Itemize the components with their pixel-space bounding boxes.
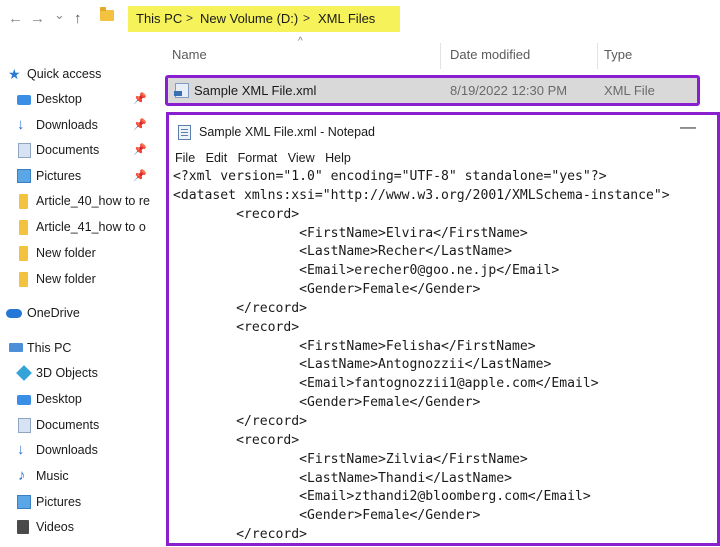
sidebar-item-label: 3D Objects bbox=[36, 366, 98, 380]
sidebar-item-videos[interactable]: Videos bbox=[0, 517, 160, 539]
sidebar-item-new-folder[interactable]: New folder bbox=[0, 243, 160, 265]
video-icon bbox=[17, 520, 29, 534]
sidebar-item-music[interactable]: ♪ Music bbox=[0, 466, 160, 488]
sidebar-item-quick-access[interactable]: ★ Quick access bbox=[0, 64, 160, 86]
sidebar-item-label: OneDrive bbox=[27, 306, 80, 320]
pin-icon[interactable]: 📌 bbox=[133, 143, 147, 156]
star-icon: ★ bbox=[8, 66, 21, 82]
music-icon: ♪ bbox=[18, 467, 26, 484]
desktop-icon bbox=[17, 395, 31, 405]
sidebar-item-label: Videos bbox=[36, 520, 74, 534]
pin-icon[interactable]: 📌 bbox=[133, 169, 147, 182]
download-icon: ↓ bbox=[17, 116, 25, 133]
sidebar-item-label: Documents bbox=[36, 418, 100, 432]
xml-file-icon bbox=[174, 83, 189, 98]
document-icon bbox=[18, 143, 31, 158]
folder-icon bbox=[19, 272, 28, 287]
breadcrumb-separator[interactable]: > bbox=[186, 11, 193, 25]
navigation-pane: ★ Quick access Desktop 📌 ↓ Downloads 📌 D… bbox=[0, 40, 160, 547]
sidebar-item-label: Pictures bbox=[36, 495, 82, 509]
menu-bar: File Edit Format View Help bbox=[175, 151, 358, 165]
document-icon bbox=[18, 418, 31, 433]
sidebar-item-label: Desktop bbox=[36, 392, 82, 406]
breadcrumb-this-pc[interactable]: This PC bbox=[136, 11, 182, 26]
sidebar-item-onedrive[interactable]: OneDrive bbox=[0, 303, 160, 325]
sidebar-item-label: This PC bbox=[27, 341, 72, 355]
sidebar-item-pc-documents[interactable]: Documents bbox=[0, 415, 160, 437]
menu-help[interactable]: Help bbox=[325, 151, 351, 165]
back-icon[interactable]: ← bbox=[8, 10, 23, 28]
pictures-icon bbox=[17, 169, 31, 183]
notepad-icon bbox=[178, 125, 191, 140]
sidebar-item-label: Pictures bbox=[36, 169, 82, 183]
cloud-icon bbox=[6, 309, 22, 318]
sidebar-item-pictures[interactable]: Pictures 📌 bbox=[0, 166, 160, 188]
sidebar-item-article-41[interactable]: Article_41_how to o bbox=[0, 217, 160, 239]
sidebar-item-label: Article_41_how to o bbox=[36, 220, 146, 234]
breadcrumb-xml-files[interactable]: XML Files bbox=[318, 11, 375, 26]
menu-format[interactable]: Format bbox=[238, 151, 278, 165]
sidebar-item-downloads[interactable]: ↓ Downloads 📌 bbox=[0, 115, 160, 137]
menu-edit[interactable]: Edit bbox=[206, 151, 228, 165]
sidebar-item-this-pc[interactable]: This PC bbox=[0, 338, 160, 360]
up-arrow-icon[interactable]: ↑ bbox=[74, 10, 82, 28]
sidebar-item-3d-objects[interactable]: 3D Objects bbox=[0, 363, 160, 385]
sidebar-item-new-folder[interactable]: New folder bbox=[0, 269, 160, 291]
column-divider[interactable] bbox=[597, 43, 598, 69]
text-editor[interactable]: <?xml version="1.0" encoding="UTF-8" sta… bbox=[173, 168, 670, 543]
sidebar-item-label: Music bbox=[36, 469, 69, 483]
sidebar-item-desktop[interactable]: Desktop 📌 bbox=[0, 89, 160, 111]
file-date-modified: 8/19/2022 12:30 PM bbox=[450, 83, 568, 98]
forward-icon[interactable]: → bbox=[30, 10, 45, 28]
file-type: XML File bbox=[604, 83, 655, 98]
sidebar-item-label: Downloads bbox=[36, 118, 98, 132]
notepad-window: Sample XML File.xml - Notepad — File Edi… bbox=[166, 112, 720, 546]
sidebar-item-label: New folder bbox=[36, 246, 96, 260]
chevron-down-icon[interactable]: ⌄ bbox=[54, 6, 65, 24]
sidebar-item-documents[interactable]: Documents 📌 bbox=[0, 140, 160, 162]
folder-icon bbox=[100, 7, 114, 21]
pin-icon[interactable]: 📌 bbox=[133, 118, 147, 131]
sidebar-item-label: Downloads bbox=[36, 443, 98, 457]
sidebar-item-label: Quick access bbox=[27, 67, 102, 81]
sidebar-item-label: New folder bbox=[36, 272, 96, 286]
sidebar-item-pc-desktop[interactable]: Desktop bbox=[0, 389, 160, 411]
sort-ascending-icon: ^ bbox=[298, 36, 303, 47]
folder-icon bbox=[19, 246, 28, 261]
download-icon: ↓ bbox=[17, 441, 25, 458]
notepad-title-bar[interactable]: Sample XML File.xml - Notepad — bbox=[169, 115, 717, 147]
window-title: Sample XML File.xml - Notepad bbox=[199, 125, 375, 139]
breadcrumb-separator[interactable]: > bbox=[303, 11, 310, 25]
minimize-button[interactable]: — bbox=[680, 119, 696, 137]
sidebar-item-pc-downloads[interactable]: ↓ Downloads bbox=[0, 440, 160, 462]
breadcrumb-new-volume[interactable]: New Volume (D:) bbox=[200, 11, 298, 26]
file-name: Sample XML File.xml bbox=[194, 83, 317, 98]
column-header-date-modified[interactable]: Date modified bbox=[450, 47, 530, 62]
pin-icon[interactable]: 📌 bbox=[133, 92, 147, 105]
cube-icon bbox=[16, 365, 32, 381]
menu-view[interactable]: View bbox=[288, 151, 315, 165]
sidebar-item-pc-pictures[interactable]: Pictures bbox=[0, 492, 160, 514]
folder-icon bbox=[19, 194, 28, 209]
sidebar-item-article-40[interactable]: Article_40_how to re bbox=[0, 191, 160, 213]
computer-icon bbox=[9, 343, 23, 352]
address-bar: ← → ⌄ ↑ This PC > New Volume (D:) > XML … bbox=[0, 0, 720, 40]
folder-icon bbox=[19, 220, 28, 235]
pictures-icon bbox=[17, 495, 31, 509]
sidebar-item-label: Article_40_how to re bbox=[36, 194, 150, 208]
column-header-name[interactable]: Name bbox=[172, 47, 207, 62]
desktop-icon bbox=[17, 95, 31, 105]
file-row-selected[interactable]: Sample XML File.xml 8/19/2022 12:30 PM X… bbox=[165, 75, 700, 106]
column-divider[interactable] bbox=[440, 43, 441, 69]
column-header-type[interactable]: Type bbox=[604, 47, 632, 62]
sidebar-item-label: Documents bbox=[36, 143, 100, 157]
menu-file[interactable]: File bbox=[175, 151, 195, 165]
sidebar-item-label: Desktop bbox=[36, 92, 82, 106]
